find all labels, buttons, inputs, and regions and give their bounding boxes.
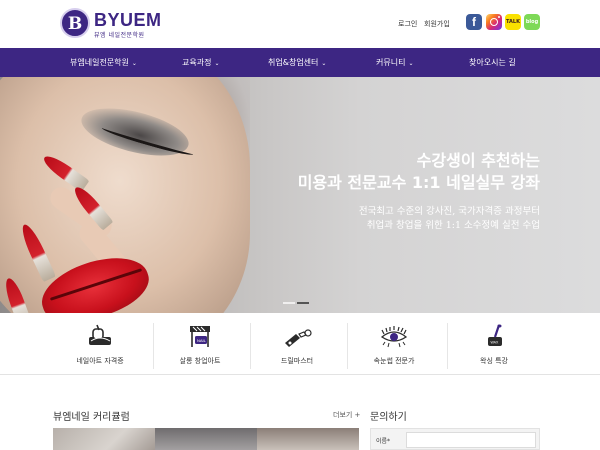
instagram-icon[interactable]	[486, 14, 502, 30]
nail-certificate-icon	[89, 324, 111, 345]
logo[interactable]: B BYUEM 뷰엠 네일전문학원	[60, 8, 162, 40]
kakaotalk-icon[interactable]: TALK	[505, 14, 521, 30]
curriculum-thumbnail[interactable]	[53, 428, 155, 450]
service-nail-certificate[interactable]: 네일아트 자격증	[54, 323, 146, 369]
svg-text:WAX: WAX	[491, 341, 500, 345]
login-link[interactable]: 로그인	[398, 19, 417, 29]
chevron-down-icon: ⌄	[408, 60, 414, 67]
nav-item-courses[interactable]: 교육과정 ⌄	[182, 48, 219, 77]
hero-banner[interactable]: 수강생이 추천하는 미용과 전문교수 1:1 네일실무 강좌 전국최고 수준의 …	[0, 77, 600, 313]
nav-label: 뷰엠네일전문학원	[70, 58, 129, 67]
instagram-ring	[490, 18, 498, 26]
facebook-icon[interactable]: f	[466, 14, 482, 30]
service-salon-startup[interactable]: NAIL 살롱 창업아트	[153, 323, 245, 369]
nav-item-academy[interactable]: 뷰엠네일전문학원 ⌄	[70, 48, 137, 77]
chevron-down-icon: ⌄	[131, 60, 137, 67]
chevron-down-icon: ⌄	[321, 60, 327, 67]
salon-startup-icon: NAIL	[190, 326, 210, 347]
service-label: 드릴마스터	[280, 357, 314, 365]
inquiry-name-label: 이름*	[376, 438, 391, 445]
header: B BYUEM 뷰엠 네일전문학원 로그인 회원가입 f TALK blog	[0, 0, 600, 48]
slider-dot-active[interactable]	[297, 302, 309, 304]
hero-subtitle-line1: 전국최고 수준의 강사진, 국가자격증 과정부터	[358, 206, 540, 217]
service-eyelash[interactable]: 속눈썹 전문가	[347, 323, 439, 369]
slider-dot[interactable]	[283, 302, 295, 304]
logo-text: BYUEM	[94, 10, 162, 30]
hero-title-line2: 미용과 전문교수 1:1 네일실무 강좌	[297, 173, 540, 192]
nav-label: 교육과정	[182, 58, 212, 67]
blog-icon[interactable]: blog	[524, 14, 540, 30]
service-waxing[interactable]: WAX 왁싱 특강	[447, 323, 539, 369]
nav-item-career-center[interactable]: 취업&창업센터 ⌄	[268, 48, 326, 77]
hero-title-line1: 수강생이 추천하는	[416, 151, 540, 170]
curriculum-thumbnail[interactable]	[257, 428, 359, 450]
hero-subtitle-line2: 취업과 창업을 위한 1:1 소수정예 실전 수업	[366, 220, 540, 231]
drill-master-icon	[285, 329, 312, 347]
main-nav: 뷰엠네일전문학원 ⌄ 교육과정 ⌄ 취업&창업센터 ⌄ 커뮤니티 ⌄ 찾아오시는 길	[0, 48, 600, 77]
nav-item-community[interactable]: 커뮤니티 ⌄	[376, 48, 413, 77]
waxing-icon: WAX	[488, 324, 502, 346]
nav-item-directions[interactable]: 찾아오시는 길	[469, 48, 516, 77]
instagram-dot	[498, 16, 500, 18]
service-label: 왁싱 특강	[480, 357, 508, 365]
service-strip: 네일아트 자격증 NAIL 살롱 창업아트 드릴마스터 속눈썹 전문가 WAX …	[0, 313, 600, 375]
inquiry-name-input[interactable]	[406, 432, 536, 448]
nav-label: 찾아오시는 길	[469, 58, 516, 67]
logo-mark-letter: B	[67, 14, 83, 34]
chevron-down-icon: ⌄	[214, 60, 220, 67]
eyelash-icon	[380, 326, 408, 348]
service-label: 네일아트 자격증	[76, 357, 124, 365]
curriculum-more-link[interactable]: 더보기 +	[333, 410, 360, 420]
service-label: 속눈썹 전문가	[373, 357, 415, 365]
inquiry-title: 문의하기	[370, 412, 407, 423]
curriculum-thumbnail[interactable]	[155, 428, 257, 450]
svg-text:NAIL: NAIL	[197, 338, 207, 343]
nav-label: 커뮤니티	[376, 58, 406, 67]
join-link[interactable]: 회원가입	[424, 19, 450, 29]
curriculum-title: 뷰엠네일 커리큘럼	[53, 412, 130, 423]
logo-mark: B	[60, 8, 90, 38]
nav-label: 취업&창업센터	[268, 58, 319, 67]
service-label: 살롱 창업아트	[179, 357, 221, 365]
service-drill-master[interactable]: 드릴마스터	[250, 323, 342, 369]
logo-subtitle: 뷰엠 네일전문학원	[94, 32, 145, 39]
